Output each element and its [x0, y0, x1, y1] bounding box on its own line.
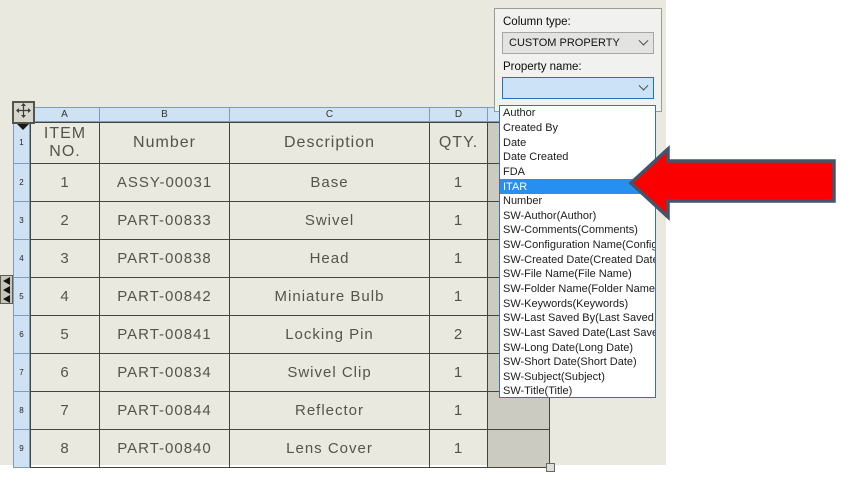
cell-description[interactable]: Reflector	[230, 392, 430, 430]
dropdown-option[interactable]: SW-File Name(File Name)	[500, 267, 655, 282]
cell-number[interactable]: PART-00838	[100, 240, 230, 278]
property-name-label: Property name:	[503, 61, 654, 73]
row-header-7[interactable]: 7	[13, 354, 30, 392]
chevron-down-icon	[639, 80, 649, 90]
table-row: 9 8 PART-00840 Lens Cover 1	[13, 430, 550, 468]
dropdown-option[interactable]: SW-Last Saved By(Last Saved By)	[500, 311, 655, 326]
cell-qty[interactable]: 1	[430, 430, 488, 468]
header-item-no[interactable]: ITEM NO.	[30, 122, 100, 164]
header-qty[interactable]: QTY.	[430, 122, 488, 164]
cell-number[interactable]: ASSY-00031	[100, 164, 230, 202]
column-property-panel: Column type: CUSTOM PROPERTY Property na…	[494, 8, 662, 112]
cell-item-no[interactable]: 8	[30, 430, 100, 468]
cell-qty[interactable]: 1	[430, 278, 488, 316]
column-resize-handle[interactable]	[546, 463, 555, 472]
cell-description[interactable]: Swivel Clip	[230, 354, 430, 392]
cell-qty[interactable]: 1	[430, 240, 488, 278]
dropdown-option[interactable]: SW-Created Date(Created Date)	[500, 252, 655, 267]
cell-item-no[interactable]: 5	[30, 316, 100, 354]
row-header-4[interactable]: 4	[13, 240, 30, 278]
cell-description[interactable]: Miniature Bulb	[230, 278, 430, 316]
table-row: 5 4 PART-00842 Miniature Bulb 1	[13, 278, 550, 316]
row-header-2[interactable]: 2	[13, 164, 30, 202]
cell-item-no[interactable]: 4	[30, 278, 100, 316]
column-header-a[interactable]: A	[30, 107, 100, 122]
cell-qty[interactable]: 1	[430, 202, 488, 240]
cell-qty[interactable]: 1	[430, 354, 488, 392]
column-type-value: CUSTOM PROPERTY	[509, 37, 620, 49]
column-header-c[interactable]: C	[230, 107, 430, 122]
cell-description[interactable]: Locking Pin	[230, 316, 430, 354]
column-header-strip[interactable]: A B C D	[13, 107, 550, 122]
dropdown-option[interactable]: SW-Configuration Name(Configuration Name…	[500, 238, 655, 253]
left-triangle-icon	[3, 286, 10, 294]
dropdown-option[interactable]: SW-Subject(Subject)	[500, 370, 655, 385]
column-type-select[interactable]: CUSTOM PROPERTY	[502, 32, 654, 54]
table-move-handle[interactable]	[12, 101, 35, 124]
cell-qty[interactable]: 1	[430, 392, 488, 430]
cell-item-no[interactable]: 1	[30, 164, 100, 202]
header-description[interactable]: Description	[230, 122, 430, 164]
column-type-label: Column type:	[503, 16, 654, 28]
cell-number[interactable]: PART-00840	[100, 430, 230, 468]
cell-item-no[interactable]: 7	[30, 392, 100, 430]
move-arrows-icon	[16, 103, 31, 123]
row-flyout-handle[interactable]	[0, 275, 13, 304]
row-header-9[interactable]: 9	[13, 430, 30, 468]
cell-item-no[interactable]: 3	[30, 240, 100, 278]
table-row: 6 5 PART-00841 Locking Pin 2	[13, 316, 550, 354]
dropdown-option[interactable]: SW-Last Saved Date(Last Saved Date)	[500, 326, 655, 341]
red-callout-arrow-icon	[626, 144, 838, 229]
left-triangle-icon	[3, 295, 10, 303]
row-header-5[interactable]: 5	[13, 278, 30, 316]
chevron-down-icon	[639, 35, 649, 45]
left-triangle-icon	[3, 277, 10, 285]
row-header-8[interactable]: 8	[13, 392, 30, 430]
cell-number[interactable]: PART-00834	[100, 354, 230, 392]
cell-description[interactable]: Head	[230, 240, 430, 278]
cell-number[interactable]: PART-00844	[100, 392, 230, 430]
dropdown-option[interactable]: Created By	[500, 121, 655, 136]
cell-number[interactable]: PART-00842	[100, 278, 230, 316]
table-row: 4 3 PART-00838 Head 1	[13, 240, 550, 278]
table-row: 2 1 ASSY-00031 Base 1	[13, 164, 550, 202]
table-row: 3 2 PART-00833 Swivel 1	[13, 202, 550, 240]
row-header-6[interactable]: 6	[13, 316, 30, 354]
table-row: 7 6 PART-00834 Swivel Clip 1	[13, 354, 550, 392]
cell-item-no[interactable]: 2	[30, 202, 100, 240]
table-row: 8 7 PART-00844 Reflector 1	[13, 392, 550, 430]
cell-new-column[interactable]	[488, 430, 550, 468]
cell-description[interactable]: Swivel	[230, 202, 430, 240]
dropdown-option[interactable]: SW-Keywords(Keywords)	[500, 296, 655, 311]
property-name-select[interactable]	[502, 77, 654, 99]
table-header-row: 1 ITEM NO. Number Description QTY.	[13, 122, 550, 164]
column-header-d[interactable]: D	[430, 107, 488, 122]
cell-qty[interactable]: 2	[430, 316, 488, 354]
dropdown-option[interactable]: SW-Short Date(Short Date)	[500, 355, 655, 370]
column-header-b[interactable]: B	[100, 107, 230, 122]
cell-description[interactable]: Lens Cover	[230, 430, 430, 468]
cell-number[interactable]: PART-00833	[100, 202, 230, 240]
dropdown-option[interactable]: Author	[500, 106, 655, 121]
dropdown-option[interactable]: SW-Title(Title)	[500, 384, 655, 399]
header-number[interactable]: Number	[100, 122, 230, 164]
cell-item-no[interactable]: 6	[30, 354, 100, 392]
anchor-corner-icon	[17, 124, 29, 130]
dropdown-option[interactable]: SW-Long Date(Long Date)	[500, 340, 655, 355]
dropdown-option[interactable]: SW-Folder Name(Folder Name)	[500, 282, 655, 297]
cell-description[interactable]: Base	[230, 164, 430, 202]
row-header-3[interactable]: 3	[13, 202, 30, 240]
cell-qty[interactable]: 1	[430, 164, 488, 202]
cell-number[interactable]: PART-00841	[100, 316, 230, 354]
bom-table[interactable]: A B C D 1 ITEM NO. Number Description QT…	[13, 107, 550, 468]
